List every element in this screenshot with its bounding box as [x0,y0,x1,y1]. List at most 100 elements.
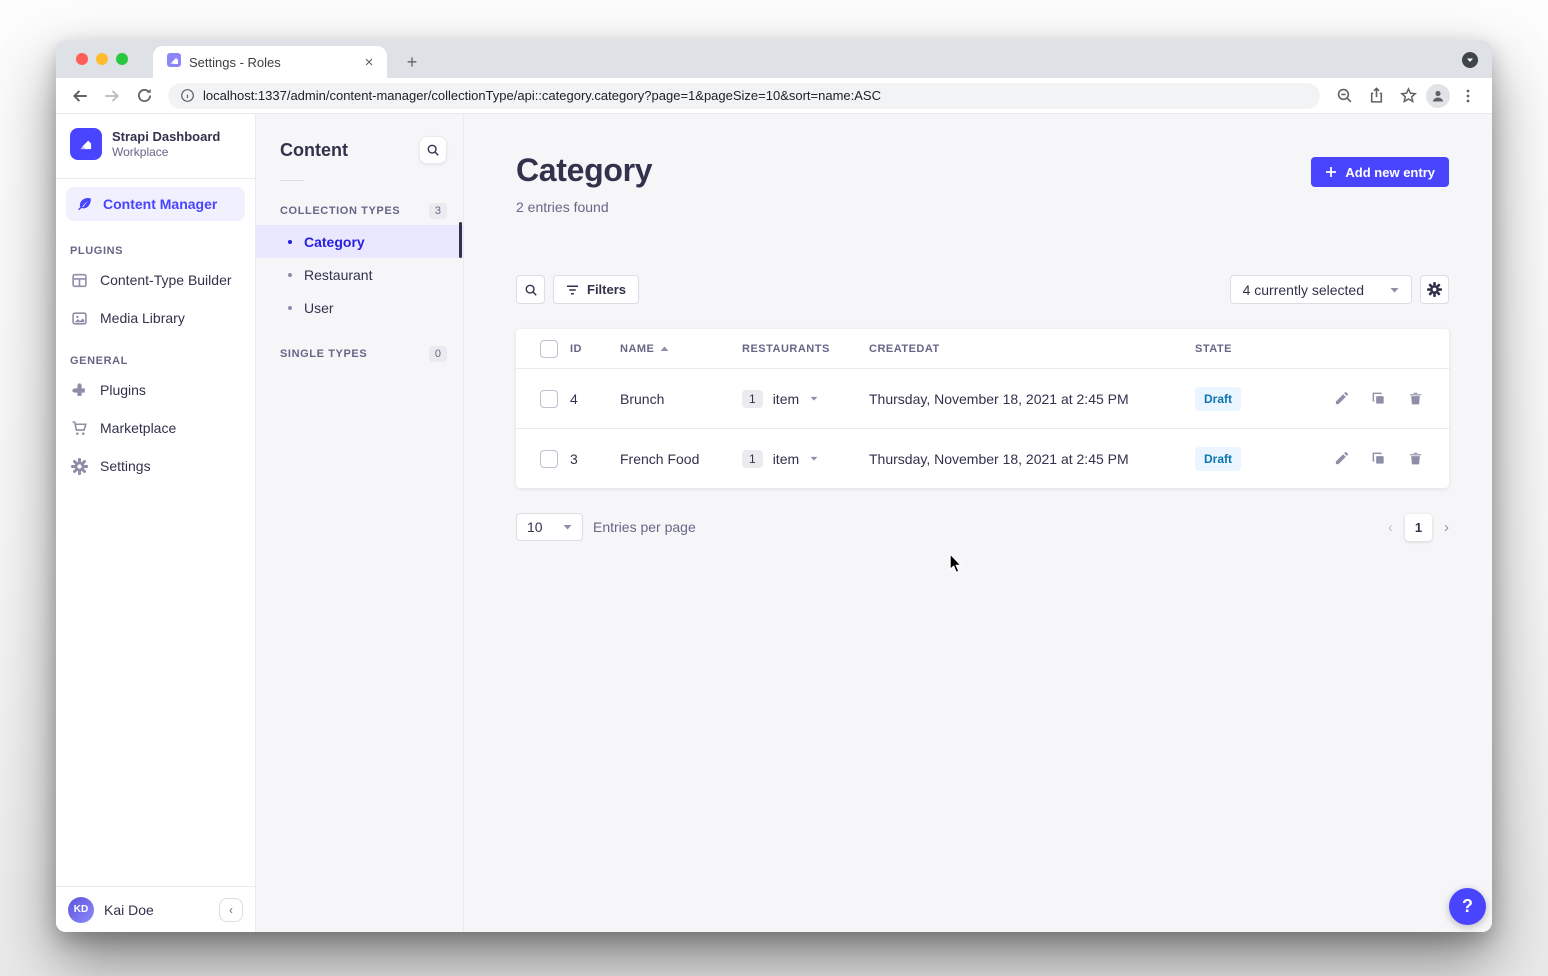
column-header-createdat[interactable]: CREATEDAT [869,343,1195,355]
reload-button[interactable] [130,82,158,110]
feather-pen-icon [76,196,93,213]
relation-count-badge: 1 [742,450,763,468]
url-bar[interactable]: localhost:1337/admin/content-manager/col… [168,83,1320,109]
subnav-item-user[interactable]: User [256,291,463,324]
sidebar-item-content-manager[interactable]: Content Manager [66,187,245,221]
user-avatar[interactable]: KD [68,897,94,923]
minimize-window-button[interactable] [96,53,108,65]
collection-types-count-badge: 3 [429,203,447,219]
relation-label: item [773,451,799,467]
close-window-button[interactable] [76,53,88,65]
sidebar-item-media-library[interactable]: Media Library [56,299,255,337]
cell-name: Brunch [620,391,742,407]
back-button[interactable] [66,82,94,110]
new-tab-button[interactable]: + [400,50,424,74]
tab-search-button[interactable] [1462,52,1478,68]
state-badge: Draft [1195,387,1241,411]
reload-icon [136,87,153,104]
tab-strip: Settings - Roles × + [56,40,1492,78]
column-header-id[interactable]: ID [570,343,620,355]
info-icon[interactable] [180,88,195,103]
user-name: Kai Doe [104,902,209,918]
single-types-label: SINGLE TYPES [280,348,367,360]
forward-button[interactable] [98,82,126,110]
divider [280,180,304,181]
search-icon [426,143,440,157]
entries-per-page-label: Entries per page [593,519,696,535]
person-icon [1430,88,1446,104]
cell-restaurants[interactable]: 1 item [742,390,869,408]
collapse-sidebar-button[interactable]: ‹ [219,898,243,922]
cart-icon [70,420,88,437]
browser-menu-button[interactable] [1454,82,1482,110]
sidebar-item-settings[interactable]: Settings [56,447,255,485]
strapi-logo-icon [70,128,102,160]
delete-entry-button[interactable] [1408,451,1423,466]
subnav-item-label: User [304,300,334,316]
next-page-button[interactable]: › [1444,519,1449,536]
subnav-item-label: Category [304,234,365,250]
zoom-out-icon [1336,87,1353,104]
delete-entry-button[interactable] [1408,391,1423,406]
tab-close-icon[interactable]: × [361,54,377,71]
content-subnav: Content COLLECTION TYPES 3 Category Rest… [256,114,464,932]
bullet-icon [288,240,292,244]
help-button[interactable]: ? [1449,888,1486,925]
columns-selected-value: 4 currently selected [1243,282,1364,298]
column-header-state[interactable]: STATE [1195,343,1307,355]
browser-tab[interactable]: Settings - Roles × [153,46,387,78]
sidebar-item-plugins[interactable]: Plugins [56,371,255,409]
browser-profile-button[interactable] [1426,84,1450,108]
relation-count-badge: 1 [742,390,763,408]
workspace-header[interactable]: Strapi Dashboard Workplace [56,114,255,172]
cell-createdat: Thursday, November 18, 2021 at 2:45 PM [869,451,1195,467]
current-page-button[interactable]: 1 [1405,514,1432,541]
chevron-down-icon [1390,287,1399,293]
edit-entry-button[interactable] [1334,451,1349,466]
zoom-window-button[interactable] [116,53,128,65]
subnav-search-button[interactable] [419,136,447,164]
tab-title: Settings - Roles [189,55,353,70]
previous-page-button[interactable]: ‹ [1388,519,1393,536]
row-checkbox[interactable] [540,390,558,408]
add-new-entry-button[interactable]: Add new entry [1311,157,1449,187]
zoom-out-button[interactable] [1330,82,1358,110]
dots-vertical-icon [1461,88,1475,104]
bookmark-button[interactable] [1394,82,1422,110]
subnav-item-restaurant[interactable]: Restaurant [256,258,463,291]
columns-selected-dropdown[interactable]: 4 currently selected [1230,275,1412,304]
picture-icon [70,310,88,327]
column-header-name[interactable]: NAME [620,343,742,355]
chevron-down-icon [1466,56,1474,64]
main-sidebar: Strapi Dashboard Workplace Content Manag… [56,114,256,932]
subnav-scrollbar-thumb[interactable] [459,222,462,258]
table-search-button[interactable] [516,275,545,304]
share-button[interactable] [1362,82,1390,110]
trash-icon [1408,451,1423,466]
gear-icon [1427,282,1442,297]
sidebar-item-content-type-builder[interactable]: Content-Type Builder [56,261,255,299]
column-header-label: NAME [620,343,654,355]
arrow-left-icon [71,87,89,105]
duplicate-entry-button[interactable] [1371,391,1386,406]
edit-entry-button[interactable] [1334,391,1349,406]
sidebar-item-label: Plugins [100,382,146,398]
duplicate-entry-button[interactable] [1371,451,1386,466]
table-settings-button[interactable] [1420,275,1449,304]
filters-button[interactable]: Filters [553,275,639,304]
select-all-checkbox[interactable] [540,340,558,358]
sidebar-item-marketplace[interactable]: Marketplace [56,409,255,447]
add-new-entry-label: Add new entry [1345,165,1435,180]
sidebar-item-label: Content-Type Builder [100,272,232,288]
url-text[interactable]: localhost:1337/admin/content-manager/col… [203,88,881,103]
gear-icon [70,458,88,475]
cell-id: 3 [570,451,620,467]
table-row[interactable]: 4 Brunch 1 item Thursday, November 18, 2… [516,368,1449,428]
cell-restaurants[interactable]: 1 item [742,450,869,468]
row-checkbox[interactable] [540,450,558,468]
subnav-item-category[interactable]: Category [256,225,463,258]
table-row[interactable]: 3 French Food 1 item Thursday, November … [516,428,1449,488]
column-header-restaurants[interactable]: RESTAURANTS [742,343,869,355]
sidebar-footer: KD Kai Doe ‹ [56,886,255,932]
page-size-dropdown[interactable]: 10 [516,513,583,541]
